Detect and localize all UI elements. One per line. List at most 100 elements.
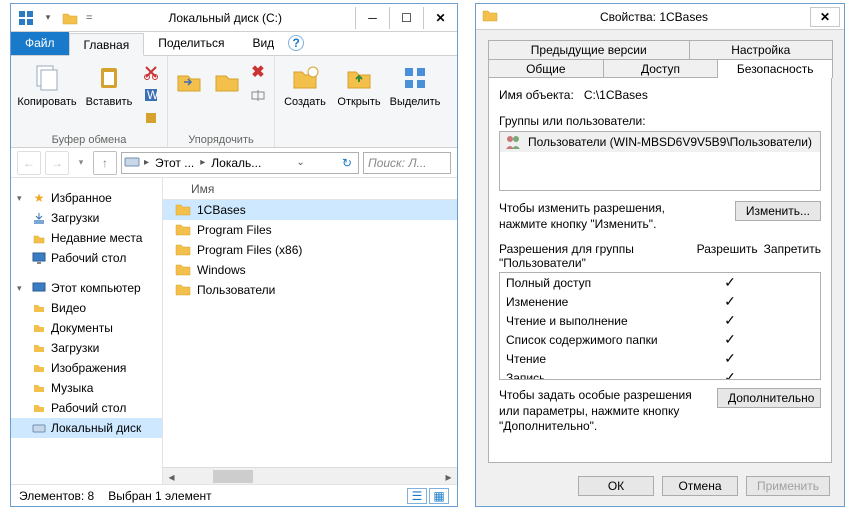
search-input[interactable]: Поиск: Л...	[363, 152, 451, 174]
navigation-pane: ▾★Избранное Загрузки Недавние места Рабо…	[11, 178, 163, 484]
select-button[interactable]: Выделить	[389, 58, 441, 108]
file-row[interactable]: Program Files	[163, 220, 457, 240]
paste-shortcut-icon[interactable]	[141, 108, 161, 128]
advanced-hint: Чтобы задать особые разрешения или парам…	[499, 388, 709, 435]
permission-name: Чтение	[506, 352, 702, 366]
help-icon: ?	[293, 36, 300, 50]
refresh-button[interactable]: ↻	[338, 156, 356, 170]
collapse-icon[interactable]: ▾	[17, 283, 27, 294]
cut-icon[interactable]	[141, 62, 161, 82]
tab-general[interactable]: Общие	[488, 59, 604, 78]
qat-dropdown-icon[interactable]: ▾	[39, 9, 57, 27]
minimize-button[interactable]: ─	[355, 7, 389, 29]
copy-button[interactable]: Копировать	[17, 58, 77, 108]
nav-this-pc[interactable]: ▾Этот компьютер	[11, 278, 162, 298]
file-row[interactable]: Windows	[163, 260, 457, 280]
group-entry-label: Пользователи (WIN-MBSD6V9V5B9\Пользовате…	[528, 135, 812, 149]
permission-allow: ✓	[702, 331, 758, 348]
nav-recent[interactable]: Недавние места	[11, 228, 162, 248]
explorer-titlebar: ▾ = Локальный диск (C:) ─ ☐ ✕	[11, 4, 457, 32]
breadcrumb[interactable]: ▸ Этот ... ▸ Локаль... ⌄ ↻	[121, 152, 359, 174]
tab-share[interactable]: Поделиться	[144, 32, 238, 55]
file-row[interactable]: 1CBases	[163, 200, 457, 220]
new-button[interactable]: Создать	[281, 58, 329, 108]
chevron-right-icon[interactable]: ▸	[142, 157, 151, 168]
file-row[interactable]: Program Files (x86)	[163, 240, 457, 260]
chevron-right-icon[interactable]: ▸	[198, 157, 207, 168]
file-row[interactable]: Пользователи	[163, 280, 457, 300]
permissions-listbox[interactable]: Полный доступ✓Изменение✓Чтение и выполне…	[499, 272, 821, 380]
view-details-button[interactable]: ☰	[407, 488, 427, 504]
explorer-body: ▾★Избранное Загрузки Недавние места Рабо…	[11, 178, 457, 484]
view-icons-button[interactable]: ▦	[429, 488, 449, 504]
tab-home[interactable]: Главная	[69, 33, 145, 56]
nav-desktop[interactable]: Рабочий стол	[11, 248, 162, 268]
dialog-close-button[interactable]: ✕	[810, 7, 840, 27]
copy-to-icon[interactable]	[212, 66, 242, 99]
status-count: Элементов: 8	[19, 489, 94, 503]
nav-documents[interactable]: Документы	[11, 318, 162, 338]
apply-button[interactable]: Применить	[746, 476, 830, 496]
ok-button[interactable]: ОК	[578, 476, 654, 496]
allow-header: Разрешить	[697, 242, 758, 270]
scrollbar-thumb[interactable]	[213, 470, 253, 483]
new-folder-icon	[289, 62, 321, 94]
minimize-icon: ─	[368, 11, 377, 25]
qat-folder-icon[interactable]	[61, 9, 79, 27]
breadcrumb-drive[interactable]: Локаль...	[209, 156, 263, 170]
nav-forward-button[interactable]: →	[45, 151, 69, 175]
permission-row: Чтение и выполнение✓	[500, 311, 820, 330]
window-controls: ─ ☐ ✕	[355, 7, 457, 29]
tab-view[interactable]: Вид	[238, 32, 288, 55]
open-button[interactable]: Открыть	[335, 58, 383, 108]
nav-localdisk[interactable]: Локальный диск	[11, 418, 162, 438]
permission-row: Запись✓	[500, 368, 820, 380]
nav-favorites[interactable]: ▾★Избранное	[11, 188, 162, 208]
scroll-right-icon[interactable]: ▸	[440, 468, 457, 485]
maximize-button[interactable]: ☐	[389, 7, 423, 29]
scroll-left-icon[interactable]: ◂	[163, 468, 180, 485]
file-list: 1CBasesProgram FilesProgram Files (x86)W…	[163, 200, 457, 467]
nav-downloads[interactable]: Загрузки	[11, 208, 162, 228]
svg-text:W: W	[147, 88, 159, 102]
groups-listbox[interactable]: Пользователи (WIN-MBSD6V9V5B9\Пользовате…	[499, 131, 821, 191]
permission-allow: ✓	[702, 312, 758, 329]
organize-group-label: Упорядочить	[174, 133, 268, 146]
group-entry[interactable]: Пользователи (WIN-MBSD6V9V5B9\Пользовате…	[500, 132, 820, 152]
edit-button[interactable]: Изменить...	[735, 201, 821, 221]
nav-up-button[interactable]: ↑	[93, 151, 117, 175]
tab-previous-versions[interactable]: Предыдущие версии	[488, 40, 690, 59]
nav-music[interactable]: Музыка	[11, 378, 162, 398]
cancel-button[interactable]: Отмена	[662, 476, 738, 496]
tab-sharing[interactable]: Доступ	[603, 59, 719, 78]
nav-back-button[interactable]: ←	[17, 151, 41, 175]
horizontal-scrollbar[interactable]: ◂ ▸	[163, 467, 457, 484]
nav-history-button[interactable]: ▾	[73, 151, 89, 175]
copy-path-icon[interactable]: W	[141, 85, 161, 105]
column-header-name[interactable]: Имя	[163, 178, 457, 200]
recent-icon	[31, 230, 47, 246]
ribbon-group-organize: ✖ Упорядочить	[168, 56, 275, 147]
advanced-button[interactable]: Дополнительно	[717, 388, 821, 408]
close-button[interactable]: ✕	[423, 7, 457, 29]
close-icon: ✕	[820, 10, 830, 24]
nav-downloads2[interactable]: Загрузки	[11, 338, 162, 358]
tab-security[interactable]: Безопасность	[717, 59, 833, 78]
nav-pictures[interactable]: Изображения	[11, 358, 162, 378]
tab-customize[interactable]: Настройка	[689, 40, 834, 59]
collapse-icon[interactable]: ▾	[17, 193, 27, 204]
paste-button[interactable]: Вставить	[83, 58, 135, 108]
rename-icon[interactable]	[248, 85, 268, 105]
list-icon: ☰	[412, 489, 423, 503]
folder-icon	[175, 282, 191, 298]
delete-icon[interactable]: ✖	[248, 62, 268, 82]
nav-videos[interactable]: Видео	[11, 298, 162, 318]
move-to-icon[interactable]	[174, 66, 204, 99]
nav-desktop2[interactable]: Рабочий стол	[11, 398, 162, 418]
downloads-icon	[31, 210, 47, 226]
tabstrip: Предыдущие версии Настройка Общие Доступ…	[488, 40, 832, 463]
chevron-down-icon[interactable]: ⌄	[294, 157, 306, 168]
tab-file[interactable]: Файл	[11, 32, 69, 55]
breadcrumb-pc[interactable]: Этот ...	[153, 156, 196, 170]
help-button[interactable]: ?	[288, 35, 304, 51]
